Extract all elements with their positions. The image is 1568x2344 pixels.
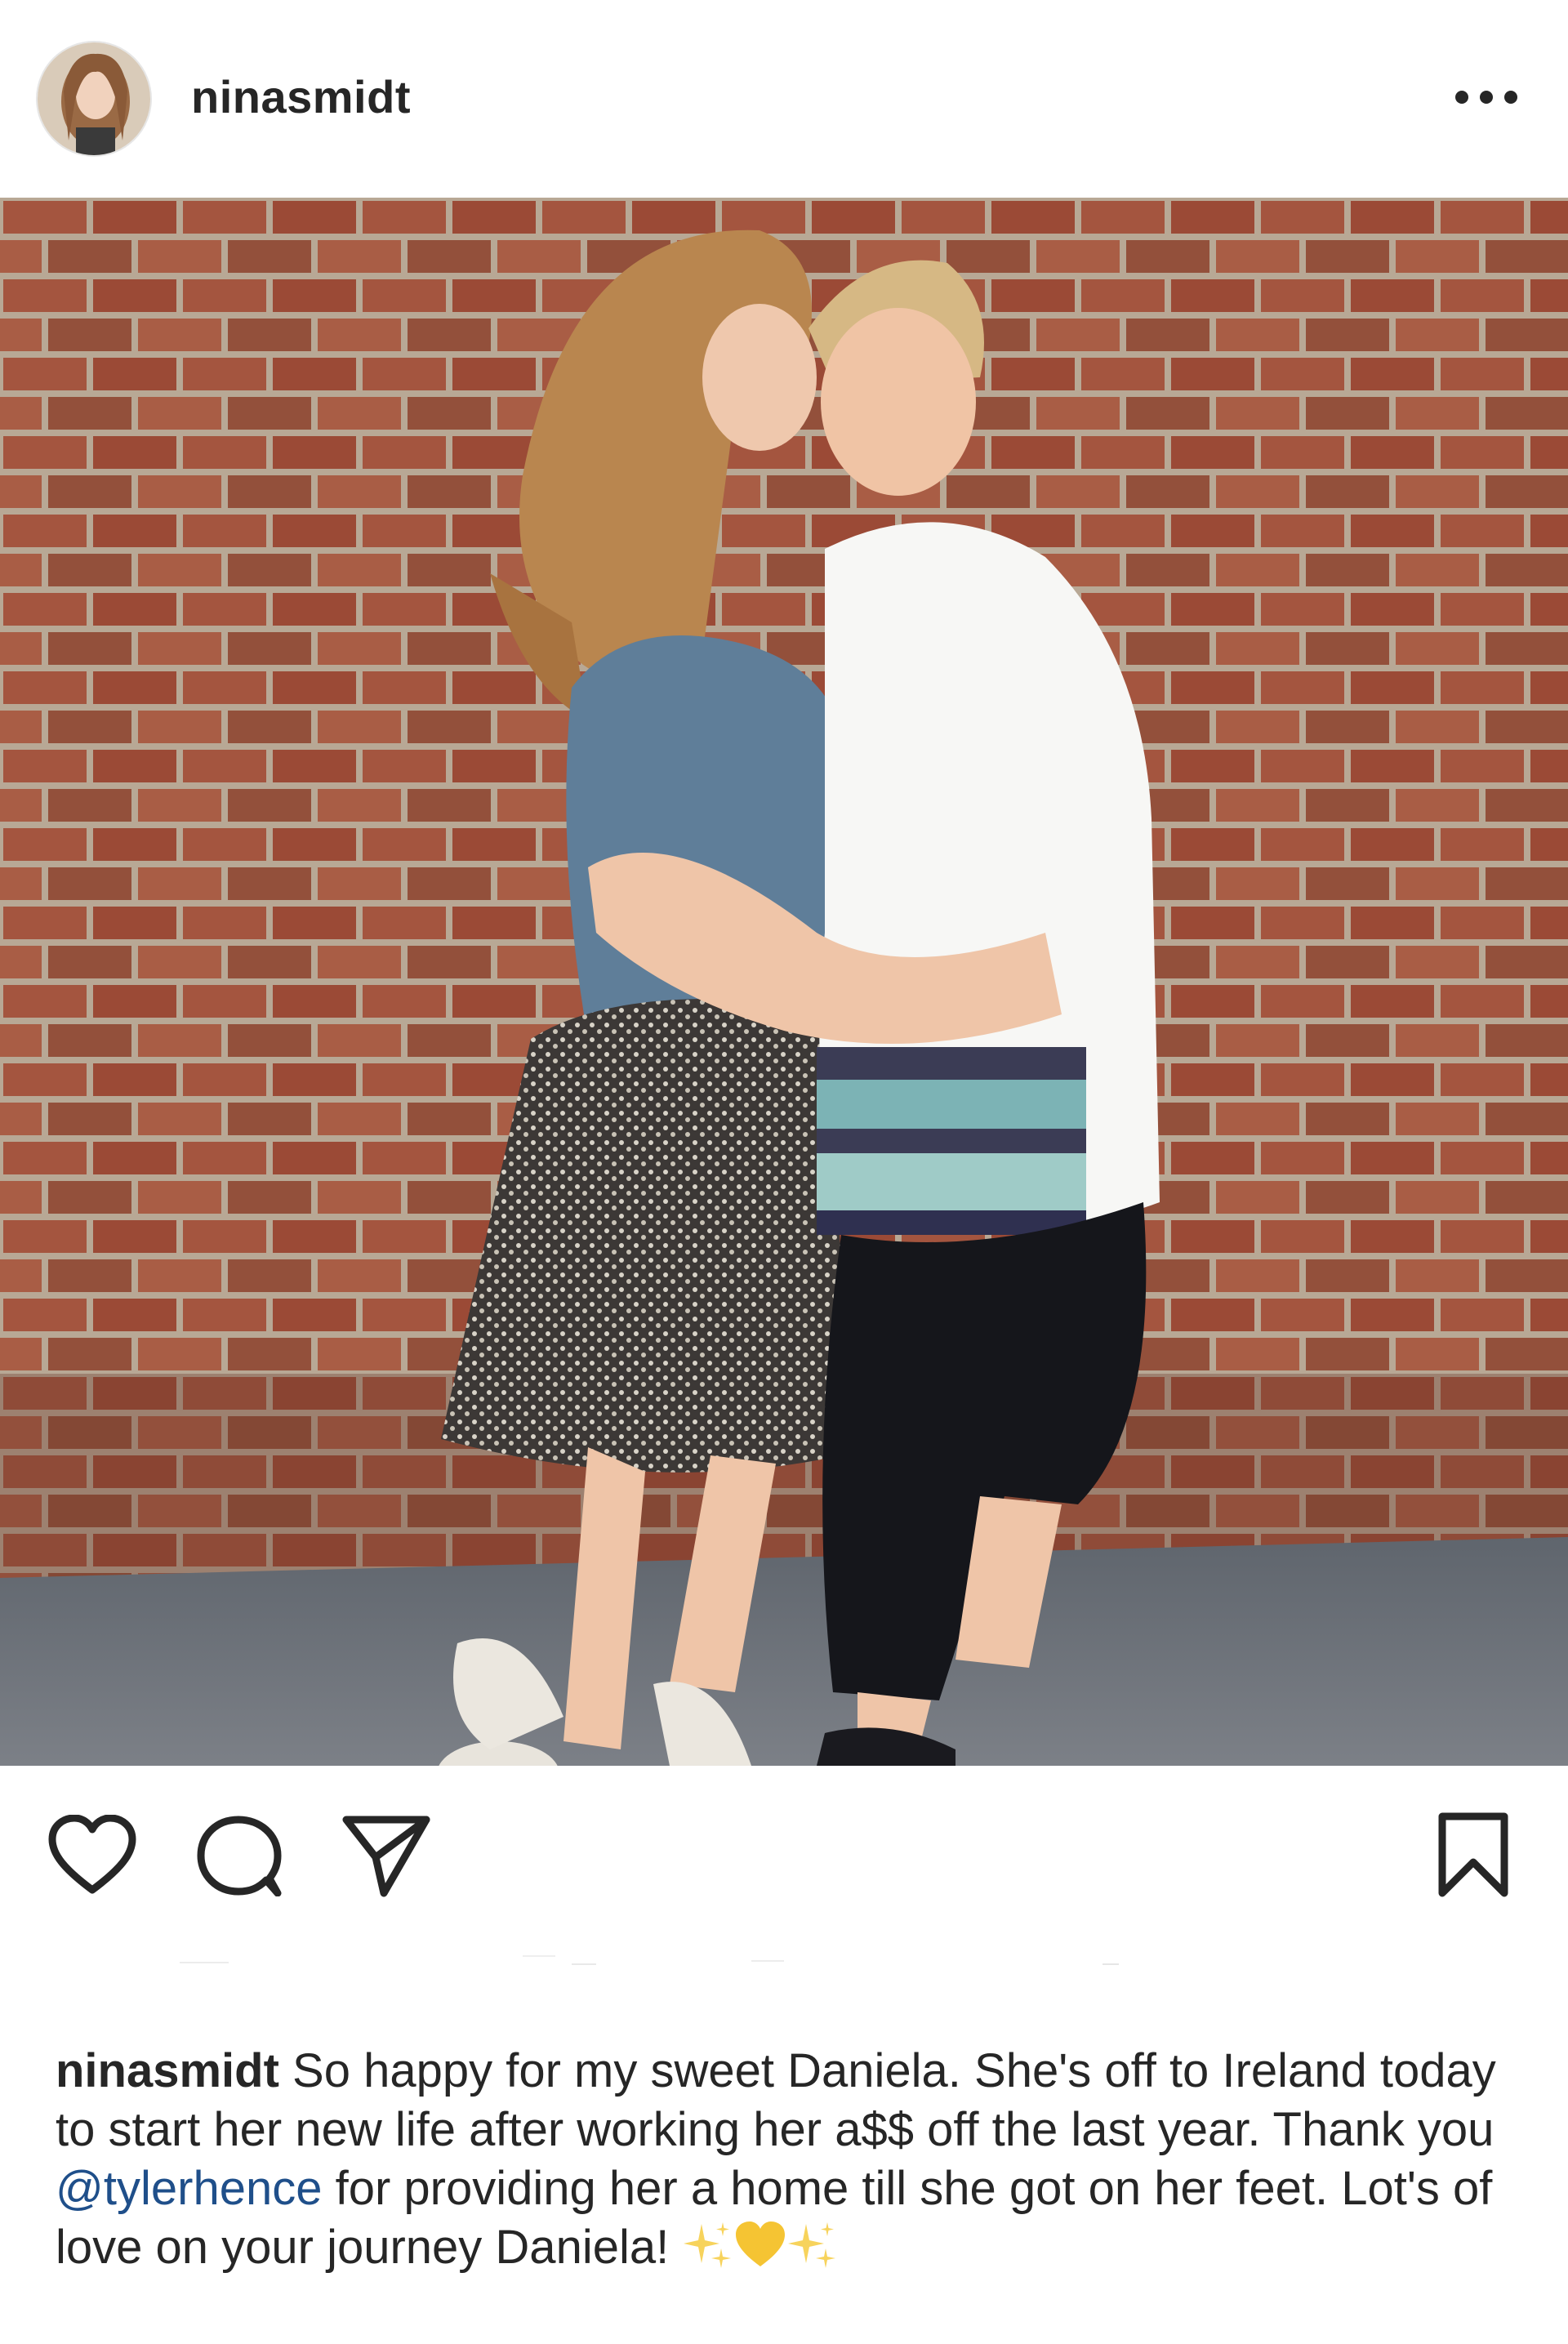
more-options-icon[interactable] — [1455, 80, 1517, 114]
more-dot — [1480, 91, 1493, 104]
bookmark-icon[interactable] — [1434, 1811, 1512, 1900]
sparkles-icon — [786, 2219, 839, 2285]
avatar[interactable] — [36, 41, 152, 157]
post-photo[interactable] — [0, 198, 1568, 1766]
sparkles-icon — [682, 2219, 734, 2285]
post-action-bar — [0, 1766, 1568, 1945]
paper-plane-icon[interactable] — [341, 1813, 431, 1898]
post-username[interactable]: ninasmidt — [191, 70, 411, 123]
more-dot — [1455, 91, 1468, 104]
instagram-post: ninasmidt ninasmidt So happy for my swee… — [0, 0, 1568, 2344]
comment-bubble-icon[interactable] — [196, 1815, 284, 1897]
post-caption: ninasmidt So happy for my sweet Daniela.… — [56, 2042, 1526, 2285]
heart-icon[interactable] — [47, 1814, 137, 1896]
post-header: ninasmidt — [0, 0, 1568, 198]
more-dot — [1504, 91, 1517, 104]
caption-username[interactable]: ninasmidt — [56, 2044, 279, 2097]
divider — [0, 1952, 1568, 1968]
caption-mention[interactable]: @tylerhence — [56, 2162, 322, 2215]
yellow-heart-icon — [734, 2219, 786, 2285]
